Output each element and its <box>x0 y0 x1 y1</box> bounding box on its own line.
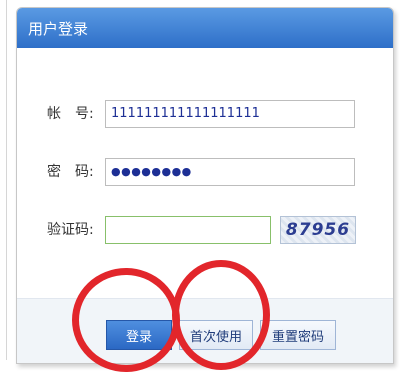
captcha-label: 验证码: <box>47 222 94 238</box>
account-label: 帐 号: <box>47 106 94 122</box>
first-use-button-label: 首次使用 <box>189 329 242 345</box>
first-use-button[interactable]: 首次使用 <box>179 320 253 350</box>
reset-password-button-label: 重置密码 <box>271 329 324 345</box>
account-input[interactable]: 111111111111111111 <box>105 100 355 128</box>
login-button-label: 登录 <box>125 329 152 345</box>
password-label: 密 码: <box>47 164 94 180</box>
captcha-image[interactable]: 87956 <box>280 216 356 244</box>
captcha-image-text: 87956 <box>285 220 351 240</box>
login-dialog: 用户登录 帐 号: 111111111111111111 密 码: ●●●●●●… <box>16 7 394 364</box>
account-input-value: 111111111111111111 <box>111 106 260 121</box>
password-input-value: ●●●●●●●● <box>111 165 192 178</box>
dialog-title: 用户登录 <box>28 19 89 38</box>
page-divider <box>6 0 7 360</box>
login-form: 帐 号: 111111111111111111 密 码: ●●●●●●●● 验证… <box>17 48 393 298</box>
login-button[interactable]: 登录 <box>106 320 172 350</box>
captcha-input[interactable] <box>105 216 271 244</box>
password-input[interactable]: ●●●●●●●● <box>105 158 355 186</box>
dialog-title-bar: 用户登录 <box>17 8 393 48</box>
dialog-footer: 登录 首次使用 重置密码 <box>17 298 393 363</box>
reset-password-button[interactable]: 重置密码 <box>260 320 336 350</box>
